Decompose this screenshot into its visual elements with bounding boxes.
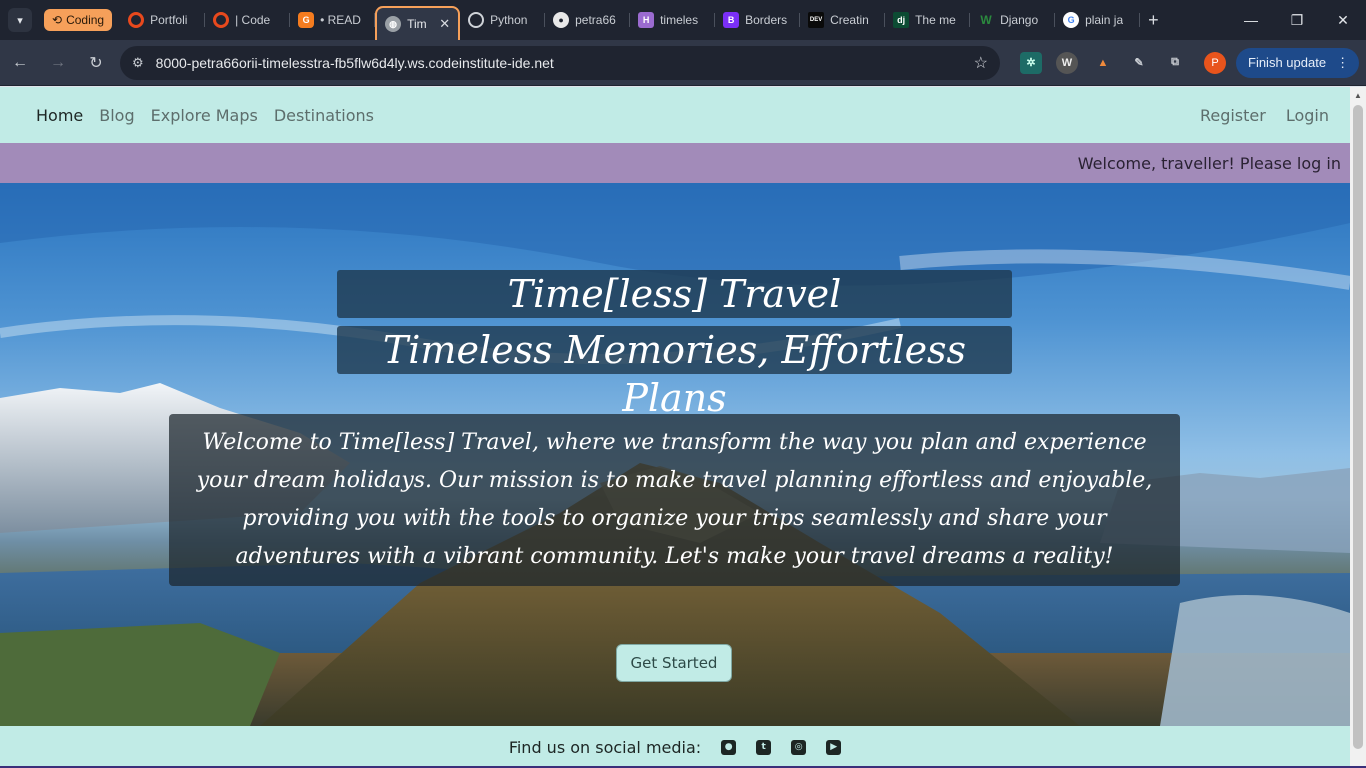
tab-label: Borders: [745, 13, 788, 27]
bootstrap-icon: B: [723, 12, 740, 28]
nav-explore-maps-link[interactable]: Explore Maps: [151, 106, 258, 125]
site-navbar: Home Blog Explore Maps Destinations Regi…: [0, 87, 1350, 143]
bookmark-star-icon[interactable]: ☆: [974, 53, 988, 73]
django-icon: dj: [893, 12, 910, 28]
site-info-icon[interactable]: ⚙: [132, 55, 144, 71]
page-viewport: Home Blog Explore Maps Destinations Regi…: [0, 87, 1350, 768]
welcome-banner: Welcome, traveller! Please log in: [0, 143, 1350, 183]
window-controls: — ❐ ✕: [1228, 0, 1366, 40]
puzzle-extensions-icon[interactable]: ⧉: [1164, 52, 1186, 74]
tab-label: | Code: [235, 13, 271, 27]
scroll-up-icon[interactable]: ▲: [1350, 87, 1366, 103]
github-icon[interactable]: ●: [721, 739, 737, 755]
tab-label: Tim: [407, 17, 427, 31]
tab-label: • READ: [320, 13, 361, 27]
tab[interactable]: B Borders: [715, 4, 801, 36]
tab[interactable]: H timeles: [630, 4, 716, 36]
tab[interactable]: | Code: [205, 4, 291, 36]
google-icon: G: [1063, 12, 1080, 28]
nav-register-link[interactable]: Register: [1200, 106, 1266, 125]
github-icon: ●: [553, 12, 570, 28]
browser-toolbar: ← → ↻ ⚙ 8000-petra66orii-timelesstra-fb5…: [0, 40, 1366, 86]
openai-icon: [468, 12, 485, 28]
tab-label: Portfoli: [150, 13, 188, 27]
instagram-icon[interactable]: ◎: [791, 739, 807, 755]
profile-avatar[interactable]: P: [1204, 51, 1226, 74]
gitpod-icon: G: [298, 12, 315, 28]
globe-icon: ◍: [385, 16, 402, 32]
new-tab-icon[interactable]: +: [1148, 10, 1159, 31]
tab[interactable]: ● petra66: [545, 4, 631, 36]
get-started-button[interactable]: Get Started: [616, 644, 732, 682]
tab[interactable]: G plain ja: [1055, 4, 1141, 36]
opera-o-icon: [213, 12, 230, 28]
site-footer: Find us on social media: ● t ◎ ▶: [0, 726, 1350, 768]
url-text[interactable]: 8000-petra66orii-timelesstra-fb5flw6d4ly…: [156, 55, 974, 71]
footer-social-label: Find us on social media:: [508, 737, 702, 757]
tab[interactable]: Python: [460, 4, 546, 36]
fox-extension-icon[interactable]: ▲: [1092, 52, 1114, 74]
twitter-icon[interactable]: t: [756, 739, 772, 755]
address-bar[interactable]: ⚙ 8000-petra66orii-timelesstra-fb5flw6d4…: [120, 45, 1000, 80]
more-menu-icon: ⋮: [1336, 54, 1350, 70]
tab-active[interactable]: ◍ Tim ✕: [375, 6, 461, 40]
tab[interactable]: dj The me: [885, 4, 971, 36]
close-tab-icon[interactable]: ✕: [439, 16, 450, 32]
restore-icon[interactable]: ❐: [1274, 0, 1320, 40]
hero-title: Time[less] Travel: [337, 270, 1012, 318]
feather-extension-icon[interactable]: ✎: [1128, 52, 1150, 74]
tab-label: Creatin: [830, 13, 869, 27]
opera-o-icon: [128, 12, 145, 28]
w-icon: W: [980, 13, 992, 27]
tab[interactable]: Portfoli: [120, 4, 206, 36]
tab-label: Django: [1000, 13, 1039, 27]
tab-label: The me: [915, 13, 956, 27]
tab-list: Portfoli | Code G • READ ◍ Tim ✕ Python …: [120, 0, 1159, 40]
youtube-icon[interactable]: ▶: [826, 739, 842, 755]
tab[interactable]: G • READ: [290, 4, 376, 36]
update-label: Finish update: [1248, 55, 1327, 70]
hero-intro-text: Welcome to Time[less] Travel, where we t…: [169, 414, 1180, 586]
hero-subtitle: Timeless Memories, Effortless Plans: [337, 326, 1012, 420]
extensions-area: ✲ W ▲ ✎ ⧉: [1020, 51, 1186, 74]
finish-update-button[interactable]: Finish update ⋮: [1236, 47, 1360, 78]
nav-home-link[interactable]: Home: [36, 106, 83, 125]
heroku-icon: H: [638, 12, 655, 28]
tab-group-label: Coding: [66, 13, 105, 27]
wappalyzer-icon[interactable]: W: [1056, 51, 1078, 74]
tab-label: plain ja: [1085, 13, 1124, 27]
chevron-down-icon: ▾: [17, 14, 23, 27]
tab-label: Python: [490, 13, 528, 27]
scrollbar-thumb[interactable]: [1353, 105, 1363, 749]
dev-icon: DEV: [808, 12, 825, 28]
extension-icon[interactable]: ✲: [1020, 51, 1042, 74]
tab-group-chip[interactable]: ⟲ Coding: [44, 9, 113, 31]
tab[interactable]: DEV Creatin: [800, 4, 886, 36]
browser-tab-strip: ▾ ⟲ Coding Portfoli | Code G • READ ◍ Ti…: [0, 0, 1366, 40]
hero-section: Time[less] Travel Timeless Memories, Eff…: [0, 183, 1350, 726]
close-window-icon[interactable]: ✕: [1320, 0, 1366, 40]
tab-label: timeles: [660, 13, 699, 27]
tab-search-button[interactable]: ▾: [8, 8, 32, 32]
nav-blog-link[interactable]: Blog: [99, 106, 134, 125]
welcome-message: Welcome, traveller! Please log in: [1077, 153, 1341, 173]
forward-icon[interactable]: →: [40, 45, 76, 81]
social-links: ● t ◎ ▶: [721, 739, 842, 755]
tab[interactable]: W Django: [970, 4, 1056, 36]
tab-label: petra66: [575, 13, 616, 27]
reload-icon[interactable]: ↻: [78, 45, 114, 81]
nav-destinations-link[interactable]: Destinations: [274, 106, 374, 125]
page-scrollbar[interactable]: ▲: [1350, 87, 1366, 768]
minimize-icon[interactable]: —: [1228, 0, 1274, 40]
back-icon[interactable]: ←: [2, 45, 38, 81]
nav-login-link[interactable]: Login: [1286, 106, 1329, 125]
code-icon: ⟲: [52, 13, 63, 27]
